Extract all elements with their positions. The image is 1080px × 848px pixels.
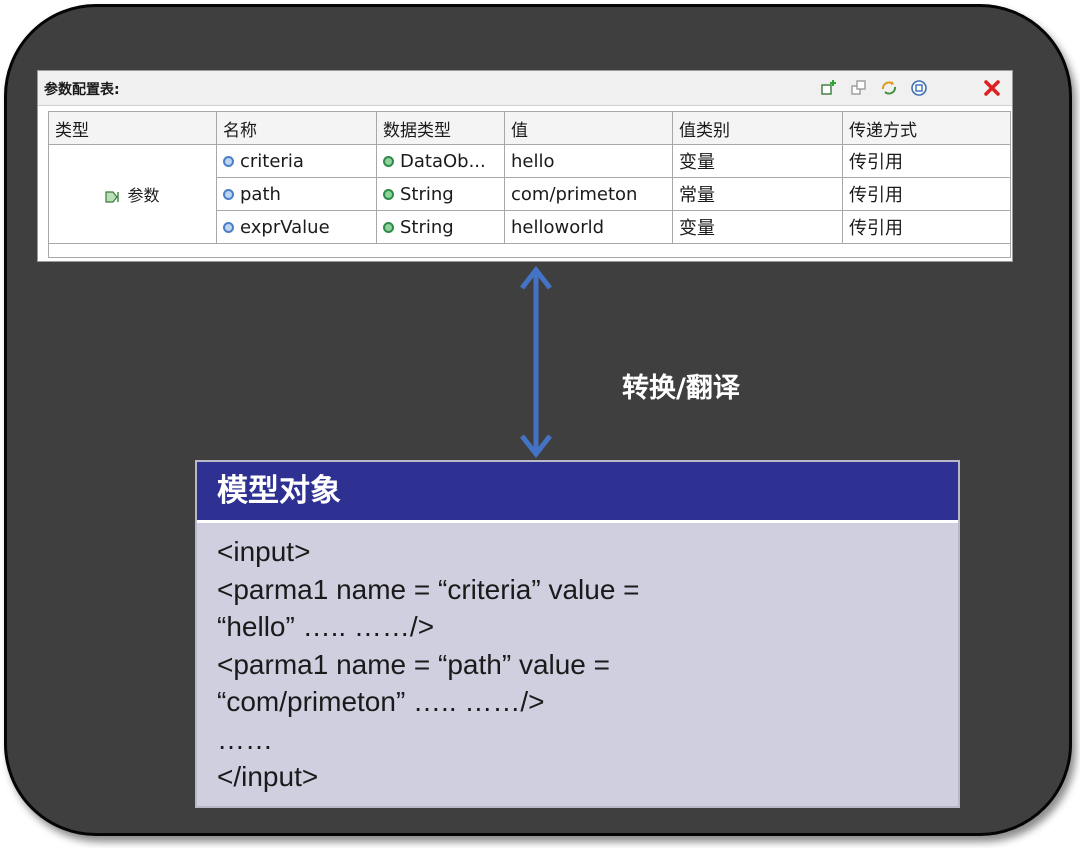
name-cell[interactable]: criteria: [216, 144, 377, 178]
value-category-cell[interactable]: 常量: [672, 177, 843, 211]
pass-mode-cell[interactable]: 传引用: [842, 177, 1011, 211]
code-line: <input>: [217, 536, 311, 567]
name-text: criteria: [240, 150, 304, 172]
data-type-text: String: [400, 183, 454, 205]
add-icon[interactable]: [820, 79, 838, 97]
column-header-data-type[interactable]: 数据类型: [376, 111, 505, 145]
group-cell-parameters[interactable]: 参数: [48, 144, 217, 244]
code-line: <parma1 name = “criteria” value =: [217, 573, 640, 605]
bidirectional-arrow-icon: [520, 265, 552, 459]
pass-mode-cell[interactable]: 传引用: [842, 144, 1011, 178]
code-line: <parma1 name = “path” value =: [217, 648, 611, 680]
data-type-text: DataOb...: [400, 150, 486, 172]
field-icon: [223, 156, 234, 167]
name-text: exprValue: [240, 216, 330, 238]
value-cell[interactable]: hello: [504, 144, 673, 178]
field-icon: [223, 189, 234, 200]
value-category-cell[interactable]: 变量: [672, 210, 843, 244]
parameter-table: 类型 名称 数据类型 值 值类别 传递方式 参数 criteria DataOb…: [48, 111, 1011, 258]
delete-icon[interactable]: [983, 79, 1001, 97]
column-header-value[interactable]: 值: [504, 111, 673, 145]
code-line: </input>: [217, 761, 319, 792]
model-object-box: 模型对象 <input> <parma1 name = “criteria” v…: [195, 460, 960, 808]
empty-row-cell: [48, 243, 1011, 258]
value-category-cell[interactable]: 变量: [672, 144, 843, 178]
group-label: 参数: [127, 186, 160, 205]
data-type-cell[interactable]: DataOb...: [376, 144, 505, 178]
data-type-cell[interactable]: String: [376, 177, 505, 211]
table-header-row: 类型 名称 数据类型 值 值类别 传递方式: [48, 111, 1011, 145]
panel-header: 参数配置表:: [38, 71, 1012, 106]
table-empty-row: [48, 243, 1011, 258]
copy-icon[interactable]: [850, 79, 868, 97]
column-header-name[interactable]: 名称: [216, 111, 377, 145]
model-code: <input> <parma1 name = “criteria” value …: [197, 523, 958, 796]
type-icon: [383, 222, 394, 233]
field-icon: [223, 222, 234, 233]
convert-label: 转换/翻译: [622, 373, 740, 404]
code-line: ……: [217, 723, 273, 755]
name-text: path: [240, 183, 281, 205]
parameter-config-panel: 参数配置表: 类型 名称 数据类型 值 值类别 传递方式 参数 criteria…: [37, 70, 1013, 262]
pass-mode-cell[interactable]: 传引用: [842, 210, 1011, 244]
type-icon: [383, 189, 394, 200]
name-cell[interactable]: exprValue: [216, 210, 377, 244]
column-header-type[interactable]: 类型: [48, 111, 217, 145]
model-title: 模型对象: [197, 462, 958, 523]
value-cell[interactable]: com/primeton: [504, 177, 673, 211]
panel-title: 参数配置表:: [44, 82, 120, 98]
column-header-pass-mode[interactable]: 传递方式: [842, 111, 1011, 145]
data-type-text: String: [400, 216, 454, 238]
code-line: “com/primeton” ….. ……/>: [217, 686, 545, 717]
type-icon: [383, 156, 394, 167]
refresh-icon[interactable]: [880, 79, 898, 97]
parameter-group-icon: [105, 190, 120, 203]
code-line: “hello” ….. ……/>: [217, 611, 435, 642]
value-cell[interactable]: helloworld: [504, 210, 673, 244]
name-cell[interactable]: path: [216, 177, 377, 211]
column-header-value-category[interactable]: 值类别: [672, 111, 843, 145]
table-row[interactable]: 参数 criteria DataOb... hello 变量 传引用: [48, 144, 1011, 244]
data-type-cell[interactable]: String: [376, 210, 505, 244]
export-icon[interactable]: [910, 79, 928, 97]
